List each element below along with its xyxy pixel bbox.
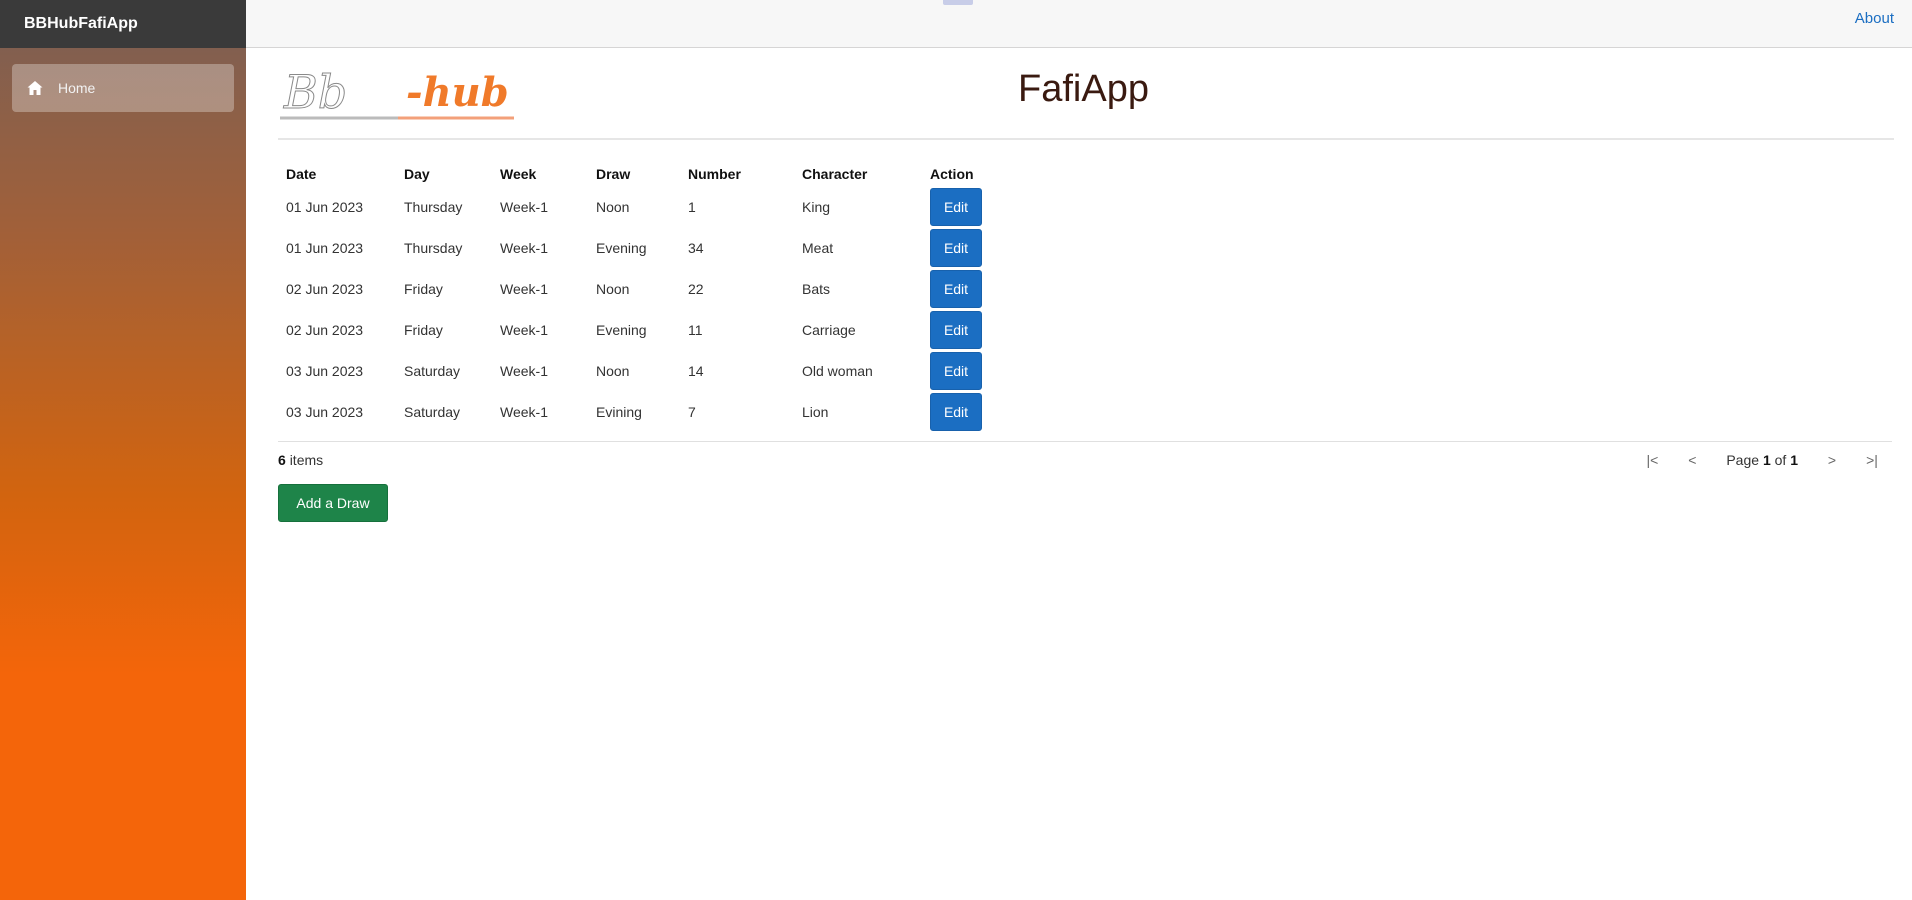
cell-week: Week-1 bbox=[500, 239, 548, 256]
table-row: 02 Jun 2023 Friday Week-1 Evening 11 Car… bbox=[278, 309, 992, 350]
cell-date: 01 Jun 2023 bbox=[286, 198, 364, 215]
sidebar-item-label: Home bbox=[58, 80, 96, 96]
cell-draw: Noon bbox=[596, 198, 630, 215]
column-header-week[interactable]: Week bbox=[492, 158, 588, 186]
cell-week: Week-1 bbox=[500, 198, 548, 215]
column-header-number[interactable]: Number bbox=[680, 158, 794, 186]
draws-table: Date Day Week Draw Number Character Acti… bbox=[278, 158, 992, 432]
sidebar-item-home[interactable]: Home bbox=[12, 64, 234, 112]
table-header-row: Date Day Week Draw Number Character Acti… bbox=[278, 158, 992, 186]
table-row: 03 Jun 2023 Saturday Week-1 Noon 14 Old … bbox=[278, 350, 992, 391]
cell-week: Week-1 bbox=[500, 362, 548, 379]
table-row: 01 Jun 2023 Thursday Week-1 Evening 34 M… bbox=[278, 227, 992, 268]
cell-week: Week-1 bbox=[500, 403, 548, 420]
main-content: Bb -hub FafiApp Date Day Week Draw Numbe… bbox=[246, 48, 1912, 900]
items-count: 6 items bbox=[278, 452, 323, 468]
page-prefix: Page bbox=[1726, 451, 1760, 468]
page-info: Page 1 of 1 bbox=[1712, 452, 1812, 468]
edit-button[interactable]: Edit bbox=[930, 228, 982, 267]
cell-character: Bats bbox=[802, 280, 831, 297]
cell-draw: Noon bbox=[596, 362, 630, 379]
svg-text:Bb: Bb bbox=[283, 65, 347, 119]
item-count-label: items bbox=[289, 451, 324, 468]
edit-button[interactable]: Edit bbox=[930, 351, 982, 390]
next-page-button[interactable]: > bbox=[1812, 452, 1852, 468]
table-row: 01 Jun 2023 Thursday Week-1 Noon 1 King … bbox=[278, 186, 992, 227]
home-icon bbox=[26, 79, 44, 97]
current-page: 1 bbox=[1762, 451, 1771, 468]
sidebar: BBHubFafiApp Home bbox=[0, 0, 246, 900]
cell-day: Friday bbox=[404, 321, 443, 338]
app-brand[interactable]: BBHubFafiApp bbox=[24, 15, 138, 33]
pager: |< < Page 1 of 1 > >| bbox=[1632, 452, 1892, 468]
cell-date: 02 Jun 2023 bbox=[286, 280, 364, 297]
cell-character: Old woman bbox=[802, 362, 873, 379]
column-header-day[interactable]: Day bbox=[396, 158, 492, 186]
page-header: Bb -hub FafiApp bbox=[278, 48, 1894, 140]
cell-day: Friday bbox=[404, 280, 443, 297]
column-header-date[interactable]: Date bbox=[278, 158, 396, 186]
cell-draw: Evining bbox=[596, 403, 642, 420]
bb-hub-logo: Bb -hub bbox=[278, 62, 528, 126]
table-row: 03 Jun 2023 Saturday Week-1 Evining 7 Li… bbox=[278, 391, 992, 432]
page-of: of bbox=[1774, 451, 1787, 468]
edit-button[interactable]: Edit bbox=[930, 269, 982, 308]
cell-character: Lion bbox=[802, 403, 829, 420]
cell-number: 11 bbox=[688, 321, 703, 338]
edit-button[interactable]: Edit bbox=[930, 392, 982, 431]
last-page-button[interactable]: >| bbox=[1852, 452, 1892, 468]
cell-day: Thursday bbox=[404, 198, 463, 215]
cell-number: 22 bbox=[688, 280, 704, 297]
cell-number: 14 bbox=[688, 362, 704, 379]
cell-number: 34 bbox=[688, 239, 704, 256]
cell-character: King bbox=[802, 198, 831, 215]
brand-bar: BBHubFafiApp bbox=[0, 0, 246, 48]
column-header-action: Action bbox=[930, 166, 974, 182]
total-pages: 1 bbox=[1790, 451, 1798, 468]
column-header-character[interactable]: Character bbox=[794, 158, 922, 186]
top-bar-marker bbox=[943, 0, 973, 5]
cell-date: 03 Jun 2023 bbox=[286, 362, 364, 379]
cell-draw: Noon bbox=[596, 280, 630, 297]
column-header-draw[interactable]: Draw bbox=[588, 158, 680, 186]
page-title: FafiApp bbox=[1018, 68, 1149, 110]
cell-date: 02 Jun 2023 bbox=[286, 321, 364, 338]
cell-day: Saturday bbox=[404, 362, 461, 379]
add-draw-button[interactable]: Add a Draw bbox=[278, 484, 388, 522]
cell-draw: Evening bbox=[596, 239, 647, 256]
cell-number: 7 bbox=[688, 403, 696, 420]
cell-day: Thursday bbox=[404, 239, 463, 256]
pager-row: 6 items |< < Page 1 of 1 > >| bbox=[278, 441, 1892, 477]
top-bar: About bbox=[246, 0, 1912, 48]
prev-page-button[interactable]: < bbox=[1672, 452, 1712, 468]
cell-character: Carriage bbox=[802, 321, 856, 338]
cell-date: 01 Jun 2023 bbox=[286, 239, 364, 256]
cell-date: 03 Jun 2023 bbox=[286, 403, 364, 420]
first-page-button[interactable]: |< bbox=[1632, 452, 1672, 468]
table-row: 02 Jun 2023 Friday Week-1 Noon 22 Bats E… bbox=[278, 268, 992, 309]
cell-day: Saturday bbox=[404, 403, 461, 420]
cell-week: Week-1 bbox=[500, 321, 548, 338]
about-link[interactable]: About bbox=[1855, 10, 1894, 27]
sidebar-nav: Home bbox=[0, 48, 246, 128]
item-count-value: 6 bbox=[278, 451, 286, 468]
cell-week: Week-1 bbox=[500, 280, 548, 297]
edit-button[interactable]: Edit bbox=[930, 187, 982, 226]
edit-button[interactable]: Edit bbox=[930, 310, 982, 349]
svg-text:-hub: -hub bbox=[406, 69, 509, 116]
cell-character: Meat bbox=[802, 239, 834, 256]
cell-draw: Evening bbox=[596, 321, 647, 338]
cell-number: 1 bbox=[688, 198, 696, 215]
